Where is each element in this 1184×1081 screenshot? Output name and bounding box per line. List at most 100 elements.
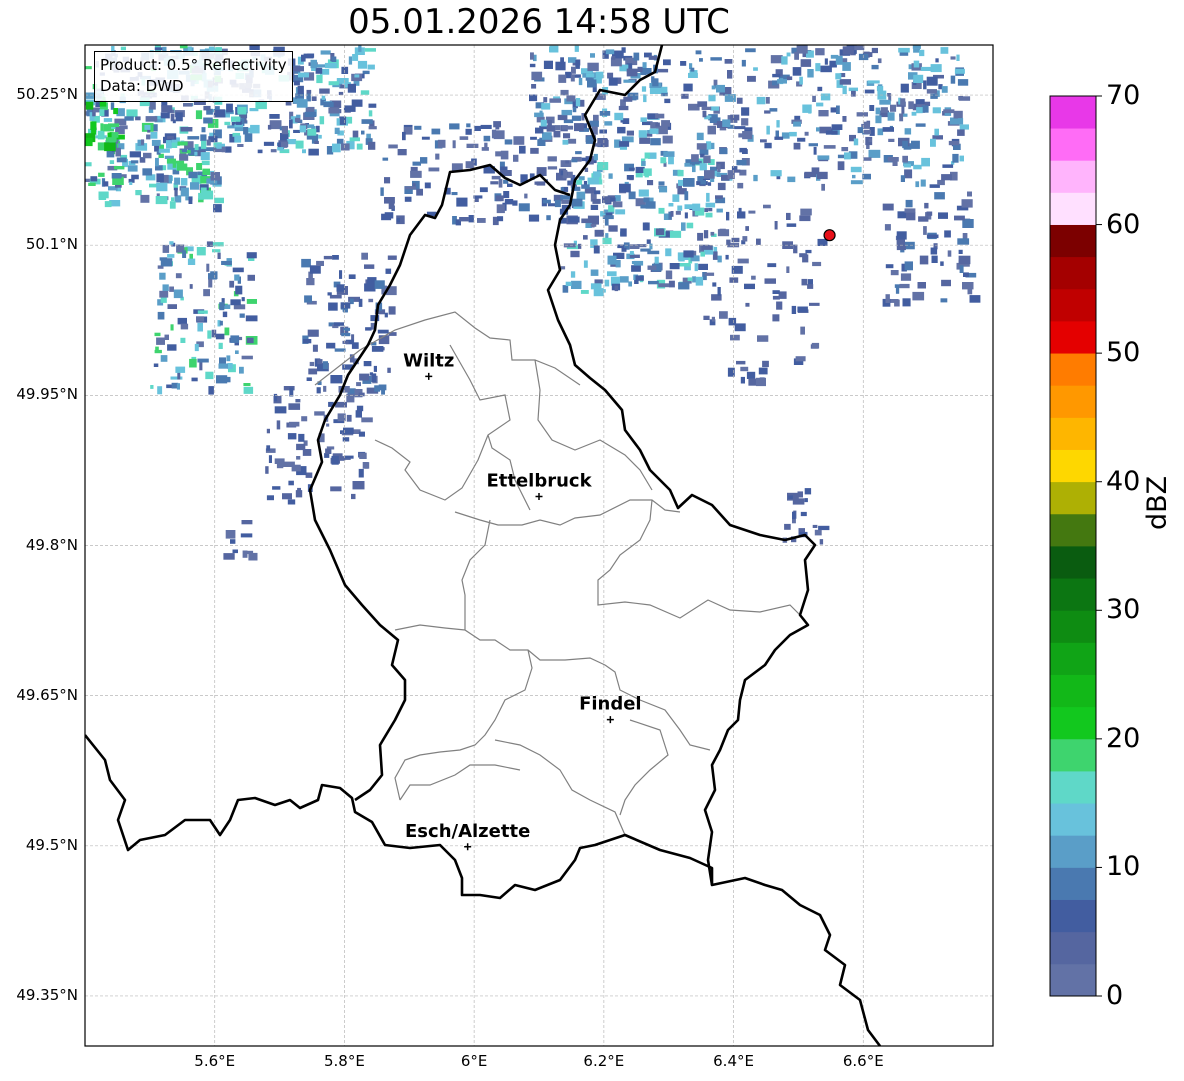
radar-echo-cell [367,64,375,70]
radar-echo-cell [745,302,750,307]
radar-echo-cell [554,199,561,208]
radar-echo-cell [602,215,614,220]
radar-echo-cell [212,249,221,253]
radar-echo-cell [758,367,768,375]
radar-echo-cell [825,130,838,135]
city-label: Esch/Alzette [405,821,530,842]
radar-echo-cell [901,106,905,115]
radar-echo-cell [687,277,693,282]
radar-echo-cell [150,132,158,139]
radar-echo-cell [856,112,868,117]
radar-echo-cell [678,257,685,262]
radar-echo-cell [339,116,346,125]
radar-echo-cell [786,266,790,273]
radar-site-marker[interactable] [823,229,836,242]
radar-echo-cell [786,212,791,220]
radar-echo-cell [129,151,141,158]
radar-echo-cell [203,105,211,111]
radar-echo-cell [820,65,832,73]
radar-echo-cell [504,199,514,205]
radar-echo-cell [963,272,969,277]
radar-echo-cell [208,278,213,288]
radar-echo-cell [917,282,926,289]
radar-echo-cell [171,142,178,148]
radar-echo-cell [287,499,296,505]
radar-echo-cell [250,124,260,134]
radar-echo-cell [602,196,611,204]
radar-echo-cell [560,89,569,96]
radar-echo-cell [324,62,337,69]
radar-echo-cell [352,54,359,61]
radar-echo-cell [199,361,203,371]
radar-echo-cell [802,254,809,263]
radar-echo-cell [219,320,223,326]
radar-echo-cell [428,167,440,172]
radar-echo-cell [380,187,384,196]
radar-echo-cell [612,201,623,208]
radar-echo-cell [312,344,318,352]
radar-map[interactable]: Wiltz Ettelbruck Findel Esch/Alzette [0,0,1184,1081]
radar-echo-cell [295,490,303,498]
radar-echo-cell [958,255,971,265]
colorbar-segment [1050,513,1096,547]
radar-echo-cell [246,252,257,259]
radar-echo-cell [173,289,183,299]
radar-echo-cell [274,406,287,414]
radar-echo-cell [835,73,842,80]
radar-echo-cell [547,120,552,126]
radar-echo-cell [387,367,391,373]
y-tick-label: 49.35°N [16,985,78,1004]
colorbar-segment [1050,963,1096,997]
radar-echo-cell [562,139,569,145]
radar-echo-cell [726,211,730,221]
radar-echo-cell [716,208,723,213]
radar-echo-cell [800,326,805,335]
radar-echo-cell [331,455,339,465]
colorbar-segment [1050,192,1096,225]
radar-echo-cell [817,171,828,180]
radar-echo-cell [736,360,746,365]
radar-echo-cell [307,128,317,136]
radar-echo-cell [140,194,150,203]
radar-echo-cell [358,45,362,52]
radar-echo-cell [912,45,921,49]
radar-echo-cell [620,228,627,237]
radar-echo-cell [888,138,895,142]
radar-echo-cell [196,163,203,171]
radar-echo-cell [214,106,220,110]
radar-echo-cell [850,180,863,185]
x-tick-label: 5.6°E [194,1052,236,1070]
radar-echo-cell [578,176,585,181]
radar-echo-cell [215,333,225,340]
radar-echo-cell [144,125,151,130]
radar-echo-cell [348,274,356,279]
radar-echo-cell [885,264,894,269]
radar-echo-cell [705,202,716,208]
radar-echo-cell [772,80,778,86]
radar-echo-cell [700,251,705,257]
radar-echo-cell [156,182,168,192]
radar-echo-cell [710,231,715,236]
radar-echo-cell [361,417,373,423]
radar-echo-cell [871,47,878,54]
colorbar-segment [1050,353,1096,386]
y-tick-label: 49.65°N [16,685,78,704]
radar-echo-cell [196,247,206,256]
radar-echo-cell [190,182,199,190]
radar-echo-cell [918,216,929,222]
radar-echo-cell [155,196,168,205]
radar-echo-cell [431,128,441,135]
radar-echo-cell [663,151,675,157]
colorbar-segment [1050,385,1096,418]
radar-echo-cell [180,187,189,197]
radar-echo-cell [348,56,353,65]
radar-echo-cell [575,98,581,107]
radar-echo-cell [421,136,430,140]
radar-echo-cell [629,254,640,258]
radar-echo-cell [660,157,667,164]
radar-echo-cell [507,183,513,187]
radar-echo-cell [890,270,899,276]
radar-echo-cell [351,99,363,107]
radar-echo-cell [913,48,920,53]
radar-echo-cell [368,103,377,108]
